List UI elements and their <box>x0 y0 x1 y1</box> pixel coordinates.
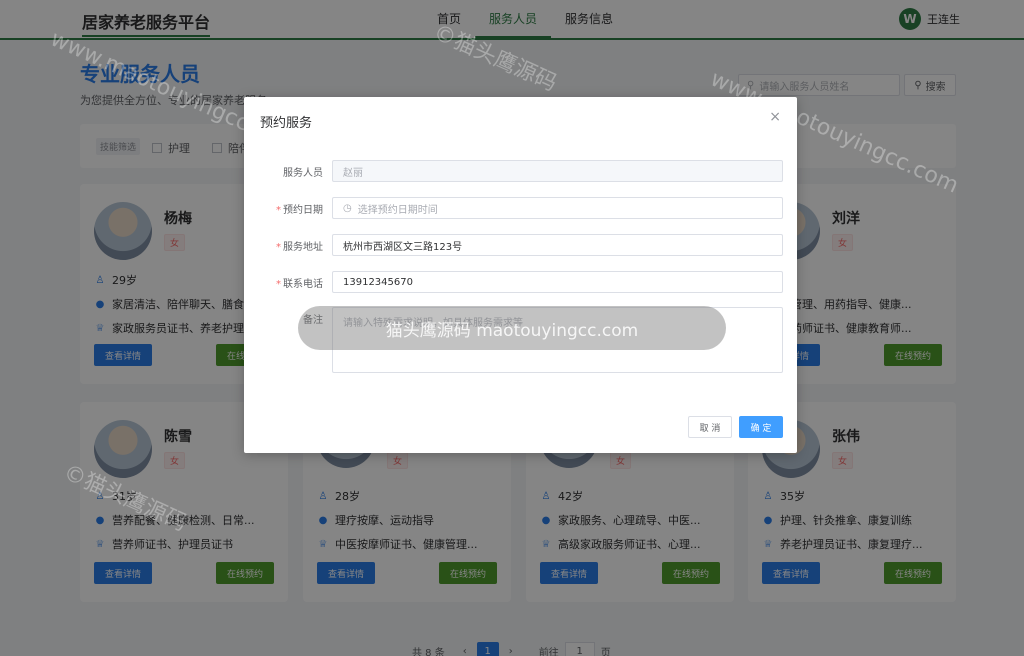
date-placeholder: 选择预约日期时间 <box>357 204 438 216</box>
address-label: * 服务地址 <box>276 242 323 253</box>
phone-label: * 联系电话 <box>276 279 323 290</box>
address-field[interactable]: 杭州市西湖区文三路123号 <box>332 234 783 256</box>
watermark-pill: 猫头鹰源码 maotouyingcc.com <box>298 306 726 350</box>
close-icon[interactable]: × <box>769 109 781 125</box>
form-row-date: * 预约日期 ◷ 选择预约日期时间 <box>244 197 797 219</box>
staff-label: 服务人员 <box>283 168 323 179</box>
form-row-phone: * 联系电话 13912345670 <box>244 271 797 293</box>
cancel-button[interactable]: 取 消 <box>688 416 732 438</box>
clock-icon: ◷ <box>343 202 352 214</box>
staff-field: 赵丽 <box>332 160 783 182</box>
dialog-title: 预约服务 <box>260 116 313 131</box>
phone-field[interactable]: 13912345670 <box>332 271 783 293</box>
date-label: * 预约日期 <box>276 205 323 216</box>
form-row-address: * 服务地址 杭州市西湖区文三路123号 <box>244 234 797 256</box>
booking-dialog: 预约服务 × 服务人员 赵丽 * 预约日期 ◷ 选择预约日期时间 * 服务地址 杭州市… <box>244 97 797 453</box>
form-row-staff: 服务人员 赵丽 <box>244 160 797 182</box>
confirm-button[interactable]: 确 定 <box>739 416 783 438</box>
date-picker[interactable]: ◷ 选择预约日期时间 <box>332 197 783 219</box>
